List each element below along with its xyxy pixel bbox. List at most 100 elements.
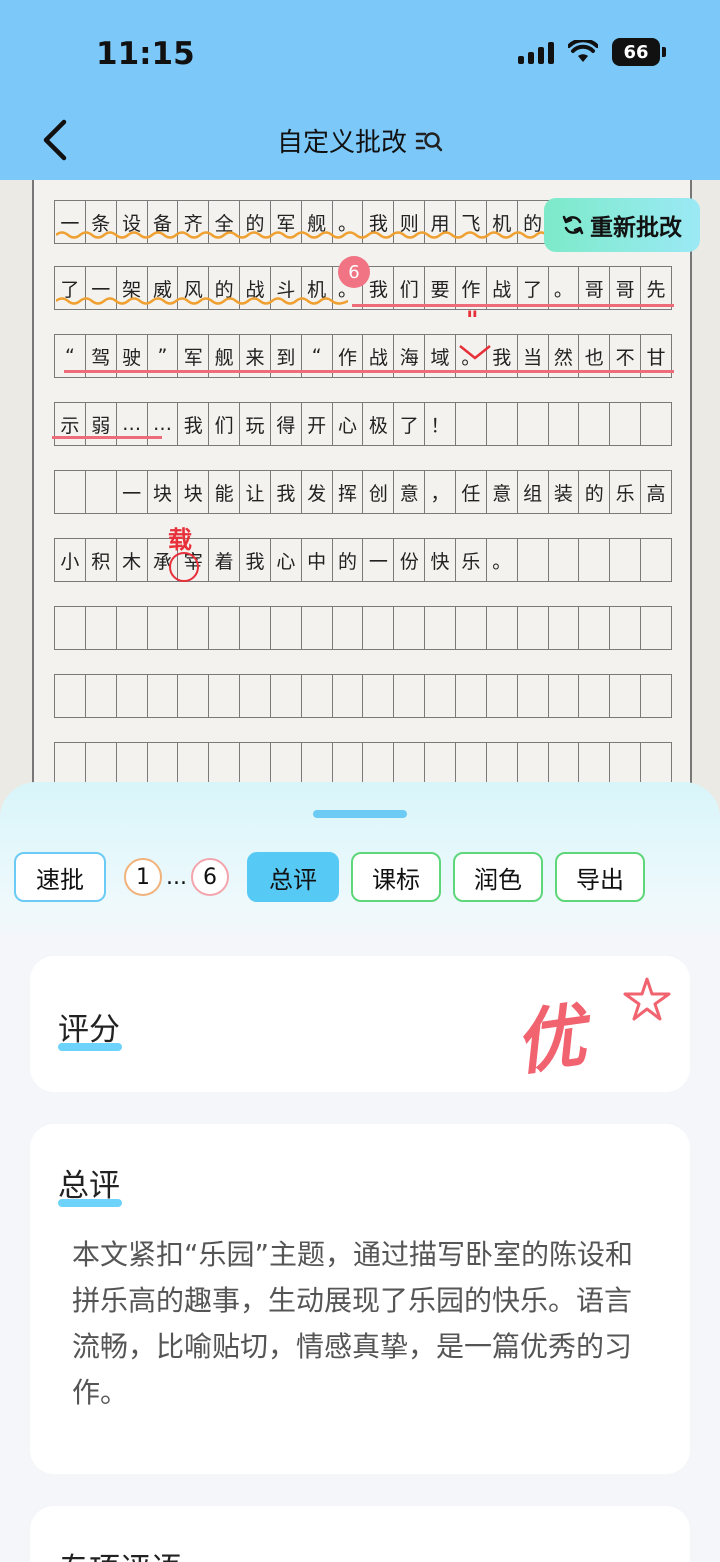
essay-grid-cell: 乐 (454, 538, 486, 582)
essay-grid-cell (331, 742, 363, 786)
essay-grid-cell (516, 538, 548, 582)
essay-grid-cell: 小 (54, 538, 85, 582)
essay-grid-cell: 份 (393, 538, 425, 582)
essay-grid-cell (362, 606, 394, 650)
essay-grid-cell: ！ (424, 402, 455, 446)
top-header: 11:15 66 自定义批改 (0, 0, 720, 180)
essay-grid-cell (454, 606, 486, 650)
page-title: 自定义批改 (276, 128, 407, 158)
essay-grid-row: 小积木承宰着我心中的一份快乐。 (54, 538, 672, 582)
essay-grid-row (54, 606, 672, 650)
essay-grid-cell (609, 742, 641, 786)
essay-grid-cell (84, 470, 116, 514)
essay-grid-cell (485, 674, 517, 718)
essay-grid-cell (208, 606, 240, 650)
essay-grid-cell: 的 (331, 538, 363, 582)
essay-grid-cell: 一 (362, 538, 394, 582)
quick-batch-button[interactable]: 速批 (14, 852, 106, 902)
essay-grid-cell (177, 674, 209, 718)
essay-grid-cell: 挥 (331, 470, 363, 514)
summary-card-title: 总评 (58, 1160, 122, 1207)
page-first-button[interactable]: 1 (124, 858, 162, 896)
essay-grid-cell (578, 402, 610, 446)
essay-grid-row (54, 674, 672, 718)
battery-icon: 66 (612, 38, 666, 66)
sheet-drag-handle[interactable] (313, 810, 407, 818)
essay-grid-cell (640, 606, 672, 650)
essay-grid-cell (239, 606, 270, 650)
tab-polish[interactable]: 润色 (452, 852, 543, 902)
page-last-button[interactable]: 6 (190, 858, 229, 896)
essay-grid-cell (516, 402, 548, 446)
essay-grid-cell: 得 (269, 402, 301, 446)
essay-grid-cell (115, 742, 147, 786)
essay-grid-cell: 一 (115, 470, 147, 514)
essay-grid-cell (362, 742, 394, 786)
essay-grid-cell (640, 538, 672, 582)
essay-grid-cell: … (115, 402, 147, 446)
essay-grid-row (54, 742, 672, 786)
essay-grid-cell (84, 606, 116, 650)
essay-grid-cell (547, 402, 579, 446)
essay-grid-cell: 。 (485, 538, 517, 582)
tab-curriculum[interactable]: 课标 (350, 852, 441, 902)
essay-grid-cell (331, 674, 363, 718)
essay-grid-cell (239, 674, 270, 718)
essay-grid-cell (393, 674, 425, 718)
essay-grid-cell (547, 538, 579, 582)
search-document-icon[interactable] (415, 129, 443, 153)
special-comments-title: 专项评语 (58, 1544, 182, 1562)
score-card-title: 评分 (58, 1004, 122, 1051)
essay-grid-cell: 我 (269, 470, 301, 514)
essay-grid-cell (424, 674, 455, 718)
essay-grid-cell (362, 674, 394, 718)
essay-grid-cell: 开 (300, 402, 332, 446)
essay-grid-cell (424, 606, 455, 650)
essay-grid-cell (516, 674, 548, 718)
essay-grid-cell: 高 (640, 470, 672, 514)
summary-text: 本文紧扣“乐园”主题，通过描写卧室的陈设和拼乐高的趣事，生动展现了乐园的快乐。语… (72, 1238, 634, 1409)
essay-grid-cell (485, 606, 517, 650)
essay-grid-cell (454, 742, 486, 786)
tab-summary[interactable]: 总评 (246, 852, 339, 902)
essay-grid-cell: 玩 (239, 402, 270, 446)
result-toolbar: 速批 1 ... 6 总评 课标 润色 导出 (14, 852, 657, 902)
essay-grid-cell (239, 742, 270, 786)
essay-grid-cell: 块 (177, 470, 209, 514)
essay-grid-cell (269, 606, 301, 650)
insert-quote-mark: " (466, 306, 479, 334)
essay-grid-cell (609, 402, 641, 446)
rebatch-button[interactable]: 重新批改 (544, 198, 700, 252)
essay-grid-cell (547, 674, 579, 718)
essay-grid-cell: 装 (547, 470, 579, 514)
essay-grid-cell: 了 (393, 402, 425, 446)
essay-grid-cell: 组 (516, 470, 548, 514)
essay-grid-cell: 能 (208, 470, 240, 514)
essay-grid-cell (393, 742, 425, 786)
essay-grid-row: 一块块能让我发挥创意，任意组装的乐高 (54, 470, 672, 514)
essay-grid-cell: 积 (84, 538, 116, 582)
essay-grid-cell (177, 606, 209, 650)
essay-grid-row: 示弱…… 我们玩得开心极了！ (54, 402, 672, 446)
red-underline-mark (352, 304, 674, 307)
correction-character: 载 (168, 526, 192, 554)
essay-grid-cell (609, 538, 641, 582)
essay-grid-cell (146, 742, 178, 786)
error-marker-badge[interactable]: 6 (338, 256, 370, 288)
essay-grid-cell: 心 (331, 402, 363, 446)
wifi-icon (568, 40, 598, 62)
essay-grid-cell: 们 (208, 402, 240, 446)
essay-grid-cell (146, 606, 178, 650)
tab-export[interactable]: 导出 (554, 852, 645, 902)
essay-grid-cell: 意 (393, 470, 425, 514)
essay-grid-cell: … (146, 402, 178, 446)
essay-grid-cell (640, 742, 672, 786)
essay-grid-cell (454, 674, 486, 718)
essay-grid-cell (578, 606, 610, 650)
insertion-caret-mark (459, 345, 491, 360)
score-card: 评分 优 (30, 956, 690, 1092)
essay-grid-cell (300, 606, 332, 650)
essay-grid-cell: 让 (239, 470, 270, 514)
essay-grid-cell: 弱 (84, 402, 116, 446)
essay-grid-cell: 示 (54, 402, 85, 446)
